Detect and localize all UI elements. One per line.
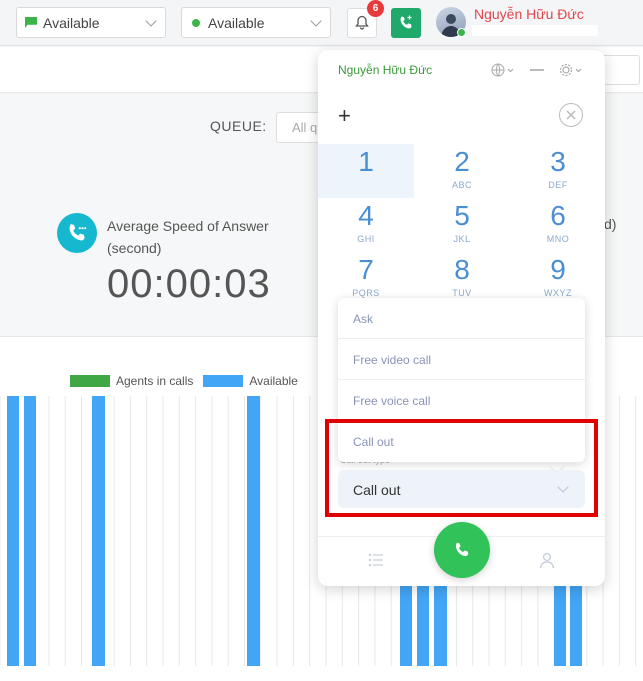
- dial-key-number: 3: [550, 146, 566, 177]
- asa-phone-icon: [57, 213, 97, 253]
- chevron-down-icon: [310, 15, 322, 27]
- status-dot-icon: [192, 18, 200, 27]
- clear-button[interactable]: [559, 103, 583, 127]
- dial-key-4[interactable]: 4 GHI: [318, 198, 414, 252]
- bell-icon: [355, 15, 369, 30]
- legend-swatch-blue: [203, 375, 244, 387]
- menu-item-ask[interactable]: Ask: [338, 298, 585, 339]
- dial-key-letters: WXYZ: [544, 288, 572, 298]
- dial-key-letters: MNO: [546, 234, 570, 244]
- dial-key-letters: PQRS: [352, 288, 380, 298]
- legend-available[interactable]: Available: [203, 374, 298, 388]
- dial-key-letters: GHI: [357, 234, 375, 244]
- dial-key-number: 9: [550, 254, 566, 285]
- legend-agents-in-calls[interactable]: Agents in calls: [70, 374, 193, 388]
- softphone-popup: Nguyễn Hữu Đức + 1 2 ABC 3 DEF 4 GHI 5 JKL 6…: [318, 50, 605, 586]
- dial-key-number: 1: [358, 146, 374, 177]
- chevron-down-icon: [145, 15, 157, 27]
- dial-key-letters: TUV: [452, 288, 472, 298]
- minimize-icon[interactable]: [529, 63, 545, 77]
- status-select-secondary-value: Available: [208, 14, 265, 31]
- notification-badge: 6: [367, 0, 384, 17]
- asa-label: Average Speed of Answer (second): [107, 218, 269, 256]
- online-status-dot: [457, 28, 466, 37]
- status-select-secondary[interactable]: Available: [181, 7, 331, 38]
- asa-value: 00:00:03: [107, 262, 271, 306]
- dial-key-number: 8: [454, 254, 470, 285]
- flag-icon: [25, 17, 37, 28]
- popup-user-name: Nguyễn Hữu Đức: [338, 63, 433, 77]
- highlight-box: [325, 419, 598, 517]
- filter-field[interactable]: [600, 55, 640, 85]
- softphone-button[interactable]: [391, 8, 421, 38]
- chart-bar-available: [92, 396, 105, 666]
- dial-key-1[interactable]: 1: [318, 144, 414, 198]
- popup-toolbar: [491, 63, 583, 77]
- dial-key-number: 6: [550, 200, 566, 231]
- dial-key-number: 7: [358, 254, 374, 285]
- legend-swatch-green: [70, 375, 110, 387]
- user-subtitle: [472, 25, 598, 36]
- contacts-icon[interactable]: [538, 551, 556, 569]
- menu-item-free-video-call[interactable]: Free video call: [338, 339, 585, 380]
- dial-key-letters: ABC: [451, 180, 472, 190]
- dial-key-number: 4: [358, 200, 374, 231]
- call-history-icon[interactable]: [368, 552, 384, 568]
- call-button[interactable]: [434, 522, 490, 578]
- queue-label: QUEUE:: [210, 118, 267, 134]
- chart-bar-available: [24, 396, 36, 666]
- gear-icon[interactable]: [559, 63, 583, 77]
- dial-key-letters: JKL: [453, 234, 471, 244]
- dial-key-letters: DEF: [548, 180, 568, 190]
- globe-icon[interactable]: [491, 63, 515, 77]
- dial-key-5[interactable]: 5 JKL: [414, 198, 510, 252]
- partial-label: d): [604, 216, 617, 232]
- legend-label: Available: [249, 374, 298, 388]
- chart-legend: Agents in calls Available: [70, 374, 308, 388]
- close-icon: [566, 110, 576, 120]
- dial-key-6[interactable]: 6 MNO: [510, 198, 605, 252]
- dial-key-3[interactable]: 3 DEF: [510, 144, 605, 198]
- legend-label: Agents in calls: [116, 374, 194, 388]
- top-bar: Available Available 6 Nguyễn Hữu Đức: [0, 0, 643, 46]
- dial-key-number: 2: [454, 146, 470, 177]
- dial-key-number: 5: [454, 200, 470, 231]
- status-select-primary-value: Available: [43, 14, 100, 31]
- menu-item-free-voice-call[interactable]: Free voice call: [338, 380, 585, 421]
- chart-bar-available: [7, 396, 19, 666]
- phone-icon: [400, 15, 412, 29]
- dial-key-2[interactable]: 2 ABC: [414, 144, 510, 198]
- add-button[interactable]: +: [338, 103, 351, 129]
- chart-bar-available: [247, 396, 260, 666]
- user-name[interactable]: Nguyễn Hữu Đức: [474, 6, 584, 22]
- status-select-primary[interactable]: Available: [16, 7, 166, 38]
- phone-icon: [455, 542, 469, 557]
